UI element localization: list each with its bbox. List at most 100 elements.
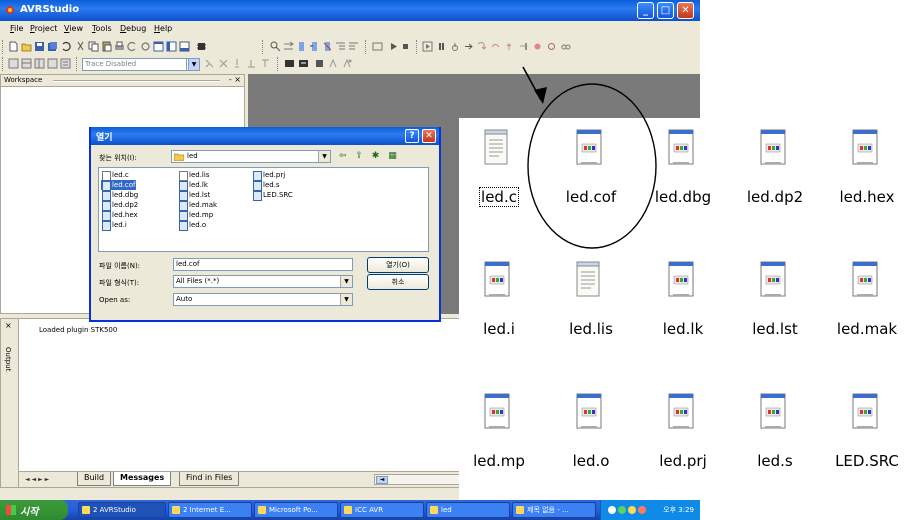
file-tile[interactable]: led.s: [735, 382, 815, 502]
file-tile[interactable]: led.mak: [827, 250, 907, 370]
rebuild-icon[interactable]: [314, 58, 325, 69]
list-item[interactable]: led.dp2: [101, 200, 138, 211]
list-item[interactable]: led.c: [101, 170, 129, 181]
file-tile[interactable]: led.dbg: [643, 118, 723, 238]
list-item[interactable]: led.prj: [252, 170, 285, 181]
file-tile[interactable]: led.mp: [459, 382, 539, 502]
openas-select[interactable]: Auto ▼: [173, 293, 353, 306]
menu-tools[interactable]: Tools: [92, 24, 112, 33]
list-item[interactable]: LED.SRC: [252, 190, 293, 201]
chevron-down-icon[interactable]: ▼: [340, 294, 352, 305]
chip-icon[interactable]: [196, 41, 207, 52]
file-tile[interactable]: led.c: [459, 118, 539, 238]
run-to-cursor-icon[interactable]: [518, 41, 529, 52]
copy-icon[interactable]: [88, 41, 99, 52]
list-item[interactable]: led.i: [101, 220, 127, 231]
connect-icon[interactable]: [342, 58, 353, 69]
task-led-folder[interactable]: led: [426, 502, 510, 518]
trace-clear-icon[interactable]: [218, 58, 229, 69]
trace-filter-icon[interactable]: [204, 58, 215, 69]
title-bar[interactable]: AVRStudio _ □ ✕: [0, 0, 700, 21]
filename-input[interactable]: led.cof: [173, 258, 353, 271]
file-tile[interactable]: led.prj: [643, 382, 723, 502]
bookmark-next-icon[interactable]: [309, 41, 320, 52]
list-item[interactable]: led.hex: [101, 210, 138, 221]
tray-icons[interactable]: [607, 505, 647, 515]
file-tile[interactable]: led.hex: [827, 118, 907, 238]
menu-file[interactable]: File: [10, 24, 23, 33]
output-toggle-icon[interactable]: [179, 41, 190, 52]
open-folder-icon[interactable]: [21, 41, 32, 52]
save-icon[interactable]: [34, 41, 45, 52]
tab-messages[interactable]: Messages: [113, 472, 172, 486]
menu-project[interactable]: Project: [30, 24, 57, 33]
file-tile[interactable]: led.o: [551, 382, 631, 502]
window-toggle-icon[interactable]: [153, 41, 164, 52]
dialog-close-button[interactable]: ✕: [422, 129, 436, 143]
explorer-icon-view[interactable]: led.c led.cof led.dbg led.dp2 led.hex led.i le…: [459, 118, 921, 500]
new-file-icon[interactable]: [8, 41, 19, 52]
output-close-button[interactable]: ×: [5, 321, 12, 330]
register-view-icon[interactable]: [21, 58, 32, 69]
build-icon[interactable]: [372, 41, 383, 52]
file-list[interactable]: led.c led.cof led.dbg led.dp2 led.hex le…: [98, 167, 429, 252]
debug-start-icon[interactable]: [422, 41, 433, 52]
task-internet-explorer[interactable]: 2 Internet E...: [168, 502, 252, 518]
task-powerpoint[interactable]: Microsoft Po...: [254, 502, 338, 518]
trace-up-icon[interactable]: [246, 58, 257, 69]
cancel-button[interactable]: 취소: [367, 274, 429, 290]
trace-combo[interactable]: Trace Disabled: [82, 58, 197, 71]
bookmark-clear-icon[interactable]: [322, 41, 333, 52]
menu-help[interactable]: Help: [154, 24, 172, 33]
step-into-icon[interactable]: [476, 41, 487, 52]
program-icon[interactable]: [328, 58, 339, 69]
pause-icon[interactable]: [436, 41, 447, 52]
file-tile[interactable]: LED.SRC: [827, 382, 907, 502]
workspace-header[interactable]: Workspace - ×: [1, 75, 244, 87]
io-view-icon[interactable]: [47, 58, 58, 69]
chevron-down-icon[interactable]: ▼: [340, 276, 352, 287]
run-icon[interactable]: [388, 41, 399, 52]
tab-scroll-arrows[interactable]: ◄ ◄ ► ►: [25, 476, 49, 483]
dialog-nav-icons[interactable]: ⇦ ⇧ ✱ ▦: [339, 151, 400, 161]
chevron-down-icon[interactable]: ▼: [318, 151, 330, 162]
open-button[interactable]: 열기(O): [367, 257, 429, 273]
task-icc-avr[interactable]: ICC AVR: [340, 502, 424, 518]
file-tile[interactable]: led.i: [459, 250, 539, 370]
redo-icon[interactable]: [127, 41, 138, 52]
tab-build[interactable]: Build: [77, 472, 112, 486]
menu-view[interactable]: View: [64, 24, 83, 33]
list-item[interactable]: led.mp: [178, 210, 213, 221]
file-tile[interactable]: led.lst: [735, 250, 815, 370]
watch-view-icon[interactable]: [34, 58, 45, 69]
clear-breakpoints-icon[interactable]: [546, 41, 557, 52]
trace-step-icon[interactable]: [232, 58, 243, 69]
compile-icon[interactable]: [284, 58, 295, 69]
refresh-icon[interactable]: [140, 41, 151, 52]
menu-debug[interactable]: Debug: [120, 24, 146, 33]
paste-icon[interactable]: [101, 41, 112, 52]
step-over-icon[interactable]: [490, 41, 501, 52]
dialog-title-bar[interactable]: 열기 ? ✕: [91, 127, 439, 145]
show-next-statement-icon[interactable]: [463, 41, 474, 52]
list-item[interactable]: led.o: [178, 220, 206, 231]
list-item[interactable]: led.s: [252, 180, 280, 191]
trace-down-icon[interactable]: [260, 58, 271, 69]
memory-view-icon[interactable]: [8, 58, 19, 69]
task-avrstudio[interactable]: 2 AVRStudio: [78, 502, 166, 518]
filetype-select[interactable]: All Files (*.*) ▼: [173, 275, 353, 288]
maximize-button[interactable]: □: [657, 2, 674, 19]
dialog-help-button[interactable]: ?: [405, 129, 419, 143]
list-item[interactable]: led.mak: [178, 200, 217, 211]
disassembler-icon[interactable]: [60, 58, 71, 69]
find-icon[interactable]: [270, 41, 281, 52]
file-tile[interactable]: led.dp2: [735, 118, 815, 238]
list-item[interactable]: led.lk: [178, 180, 208, 191]
reset-icon[interactable]: [450, 41, 461, 52]
tab-find-in-files[interactable]: Find in Files: [179, 472, 240, 486]
file-tile[interactable]: led.cof: [551, 118, 631, 238]
file-tile[interactable]: led.lis: [551, 250, 631, 370]
replace-icon[interactable]: [283, 41, 294, 52]
close-button[interactable]: ✕: [677, 2, 694, 19]
list-item[interactable]: led.lis: [178, 170, 209, 181]
